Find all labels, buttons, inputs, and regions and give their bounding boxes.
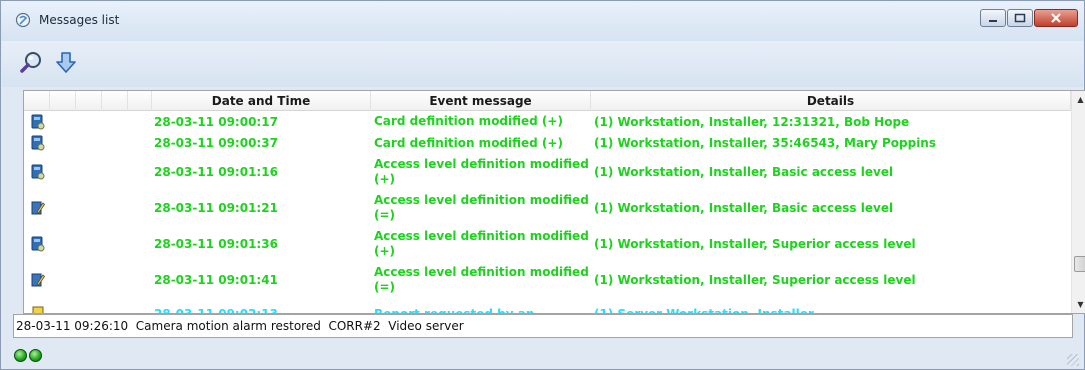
minimize-button[interactable] bbox=[980, 9, 1006, 27]
column-header-details[interactable]: Details bbox=[591, 91, 1071, 111]
row-date: 28-03-11 09:00:37 bbox=[154, 136, 278, 150]
row-date: 28-03-11 09:02:13 bbox=[154, 297, 370, 313]
table-header: Date and Time Event message Details bbox=[24, 91, 1071, 111]
row-event: Access level definition modified (+) bbox=[374, 157, 589, 186]
row-date: 28-03-11 09:01:41 bbox=[154, 273, 278, 287]
maximize-button[interactable] bbox=[1007, 9, 1033, 27]
column-header-event[interactable]: Event message bbox=[371, 91, 591, 111]
row-details: (1) Workstation, Installer, 12:31321, Bo… bbox=[594, 114, 910, 129]
triangle-down-icon: ▼ bbox=[1077, 300, 1084, 309]
row-event: Access level definition modified (=) bbox=[374, 265, 589, 294]
status-led-icon bbox=[14, 349, 27, 362]
table-row[interactable]: 28-03-11 09:01:36 Access level definitio… bbox=[24, 227, 1071, 261]
row-details: (1) Workstation, Installer, Basic access… bbox=[594, 165, 894, 179]
search-button[interactable] bbox=[18, 49, 46, 77]
table-row[interactable]: 28-03-11 09:01:21 Access level definitio… bbox=[24, 191, 1071, 225]
row-details: (1) Workstation, Installer, Superior acc… bbox=[594, 237, 916, 251]
table-row[interactable]: 28-03-11 09:01:16 Access level definitio… bbox=[24, 155, 1071, 189]
footer-bar bbox=[2, 344, 1083, 369]
title-bar[interactable]: Messages list bbox=[1, 1, 1084, 41]
messages-list-window: Messages list Date and Time Event messag… bbox=[0, 0, 1085, 370]
table-row[interactable]: 28-03-11 09:01:41 Access level definitio… bbox=[24, 263, 1071, 297]
row-event: Report requested by an bbox=[374, 297, 592, 314]
row-details: (1) Workstation, Installer, Superior acc… bbox=[594, 273, 916, 287]
maximize-icon bbox=[1014, 13, 1026, 23]
download-arrow-icon bbox=[56, 52, 76, 73]
window-title: Messages list bbox=[39, 13, 120, 27]
minimize-icon bbox=[989, 20, 997, 22]
row-date: 28-03-11 09:01:16 bbox=[154, 165, 278, 179]
report-icon bbox=[32, 306, 44, 313]
search-icon bbox=[20, 52, 41, 73]
messages-grid: Date and Time Event message Details 28-0… bbox=[23, 90, 1085, 314]
close-icon bbox=[1051, 13, 1061, 23]
status-led-icon bbox=[29, 349, 42, 362]
scroll-up-button[interactable]: ▲ bbox=[1072, 91, 1085, 108]
row-date: 28-03-11 09:01:21 bbox=[154, 201, 278, 215]
scroll-down-button[interactable]: ▼ bbox=[1072, 296, 1085, 313]
table-row[interactable]: 28-03-11 09:00:17 Card definition modifi… bbox=[24, 112, 1071, 131]
download-button[interactable] bbox=[52, 49, 80, 77]
toolbar bbox=[2, 41, 1083, 87]
row-date: 28-03-11 09:00:17 bbox=[154, 114, 278, 129]
triangle-up-icon: ▲ bbox=[1077, 95, 1084, 104]
table-row[interactable]: 28-03-11 09:02:13 Report requested by an… bbox=[24, 297, 1071, 313]
vertical-scrollbar[interactable]: ▲ ▼ bbox=[1071, 91, 1085, 313]
status-bar-message: 28-03-11 09:26:10 Camera motion alarm re… bbox=[13, 314, 1073, 338]
resize-grip-icon[interactable] bbox=[1067, 354, 1079, 366]
edit-icon bbox=[31, 201, 45, 215]
card-icon bbox=[31, 114, 45, 129]
app-logo-icon bbox=[15, 12, 31, 28]
edit-icon bbox=[31, 273, 45, 287]
row-event: Card definition modified (+) bbox=[374, 135, 563, 150]
column-header-date[interactable]: Date and Time bbox=[152, 91, 371, 111]
card-icon bbox=[31, 135, 45, 151]
row-event: Card definition modified (+) bbox=[374, 114, 563, 128]
table-row[interactable]: 28-03-11 09:00:37 Card definition modifi… bbox=[24, 133, 1071, 153]
row-details: (1) Server Workstation, Installer bbox=[594, 297, 1064, 313]
row-details: (1) Workstation, Installer, Basic access… bbox=[594, 201, 894, 215]
window-controls bbox=[979, 9, 1078, 27]
card-icon bbox=[31, 164, 45, 180]
row-date: 28-03-11 09:01:36 bbox=[154, 237, 278, 251]
row-event: Access level definition modified (=) bbox=[374, 193, 589, 222]
row-event: Access level definition modified (+) bbox=[374, 229, 589, 258]
row-details: (1) Workstation, Installer, 35:46543, Ma… bbox=[594, 136, 936, 150]
card-icon bbox=[31, 236, 45, 252]
scroll-thumb[interactable] bbox=[1074, 256, 1085, 272]
close-button[interactable] bbox=[1034, 9, 1078, 27]
